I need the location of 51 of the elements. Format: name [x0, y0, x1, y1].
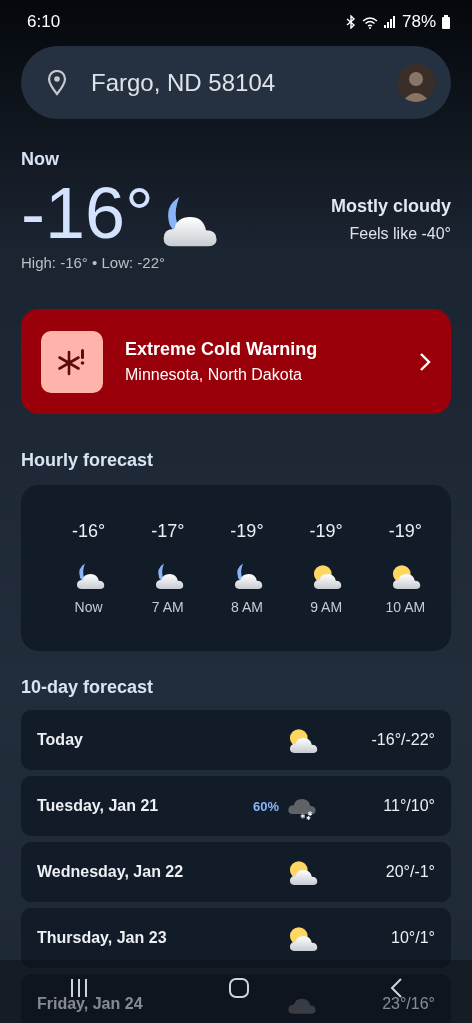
precipitation-chance: 60% [252, 798, 279, 814]
hourly-temperature: -17° [151, 521, 185, 543]
snowflake-warning-icon [41, 330, 103, 393]
condition-text: Mostly cloudy [331, 196, 451, 217]
high-low-temperature: -16°/-22° [370, 731, 435, 749]
alert-areas: Minnesota, North Dakota [125, 366, 397, 384]
daily-forecast-row[interactable]: Tuesday, Jan 21 60% 11°/10° [21, 776, 451, 836]
hourly-temperature: -19° [388, 521, 422, 543]
alert-title: Extreme Cold Warning [125, 339, 319, 360]
high-low-temperature: 23°/16° [381, 995, 435, 1013]
high-low-temperature: 11°/10° [382, 797, 435, 815]
high-low-text: High: -16° • Low: -22° [21, 254, 166, 271]
high-low-temperature: 20°/-1° [384, 863, 435, 881]
status-time: 6:10 [27, 12, 61, 32]
location-search-bar[interactable]: Fargo, ND 58104 [21, 46, 451, 119]
hourly-time: Now [74, 598, 103, 615]
feels-like-text: Feels like -40° [348, 225, 451, 243]
back-icon[interactable] [388, 976, 403, 999]
hourly-time: 9 AM [310, 598, 343, 615]
current-temperature: -16° [21, 176, 154, 250]
weather-alert-card[interactable]: Extreme Cold Warning Minnesota, North Dakota [21, 309, 451, 414]
hourly-time: 7 AM [151, 598, 184, 615]
hourly-temperature: -19° [230, 521, 264, 543]
daily-forecast-row[interactable]: Thursday, Jan 23 10°/1° [21, 908, 451, 968]
daily-forecast-row[interactable]: Today -16°/-22° [21, 710, 451, 770]
location-text: Fargo, ND 58104 [91, 68, 277, 97]
wifi-icon [361, 15, 378, 29]
hourly-time: 8 AM [231, 598, 263, 615]
hourly-temperature: -19° [309, 521, 343, 543]
day-label: Today [37, 731, 84, 749]
daily-forecast-row[interactable]: Wednesday, Jan 22 20°/-1° [21, 842, 451, 902]
now-label: Now [21, 149, 60, 170]
day-label: Thursday, Jan 23 [37, 929, 168, 947]
daily-forecast-row[interactable]: Friday, Jan 24 23°/16° [21, 974, 451, 1023]
location-pin-icon [47, 69, 67, 96]
battery-icon [442, 15, 450, 29]
daily-forecast-title: 10-day forecast [21, 677, 155, 698]
day-label: Wednesday, Jan 22 [37, 863, 185, 881]
recent-apps-icon[interactable] [69, 977, 90, 998]
home-icon[interactable] [228, 976, 250, 999]
signal-icon [383, 16, 396, 28]
high-low-temperature: 10°/1° [390, 929, 435, 947]
chevron-right-icon [419, 351, 431, 372]
day-label: Tuesday, Jan 21 [37, 797, 160, 815]
hourly-forecast-title: Hourly forecast [21, 450, 155, 471]
hourly-time: 10 AM [385, 598, 426, 615]
day-label: Friday, Jan 24 [37, 995, 144, 1013]
bluetooth-icon [345, 15, 356, 29]
battery-percentage: 78% [401, 12, 436, 32]
hourly-temperature: -16° [72, 521, 106, 543]
avatar-icon[interactable] [397, 63, 435, 102]
